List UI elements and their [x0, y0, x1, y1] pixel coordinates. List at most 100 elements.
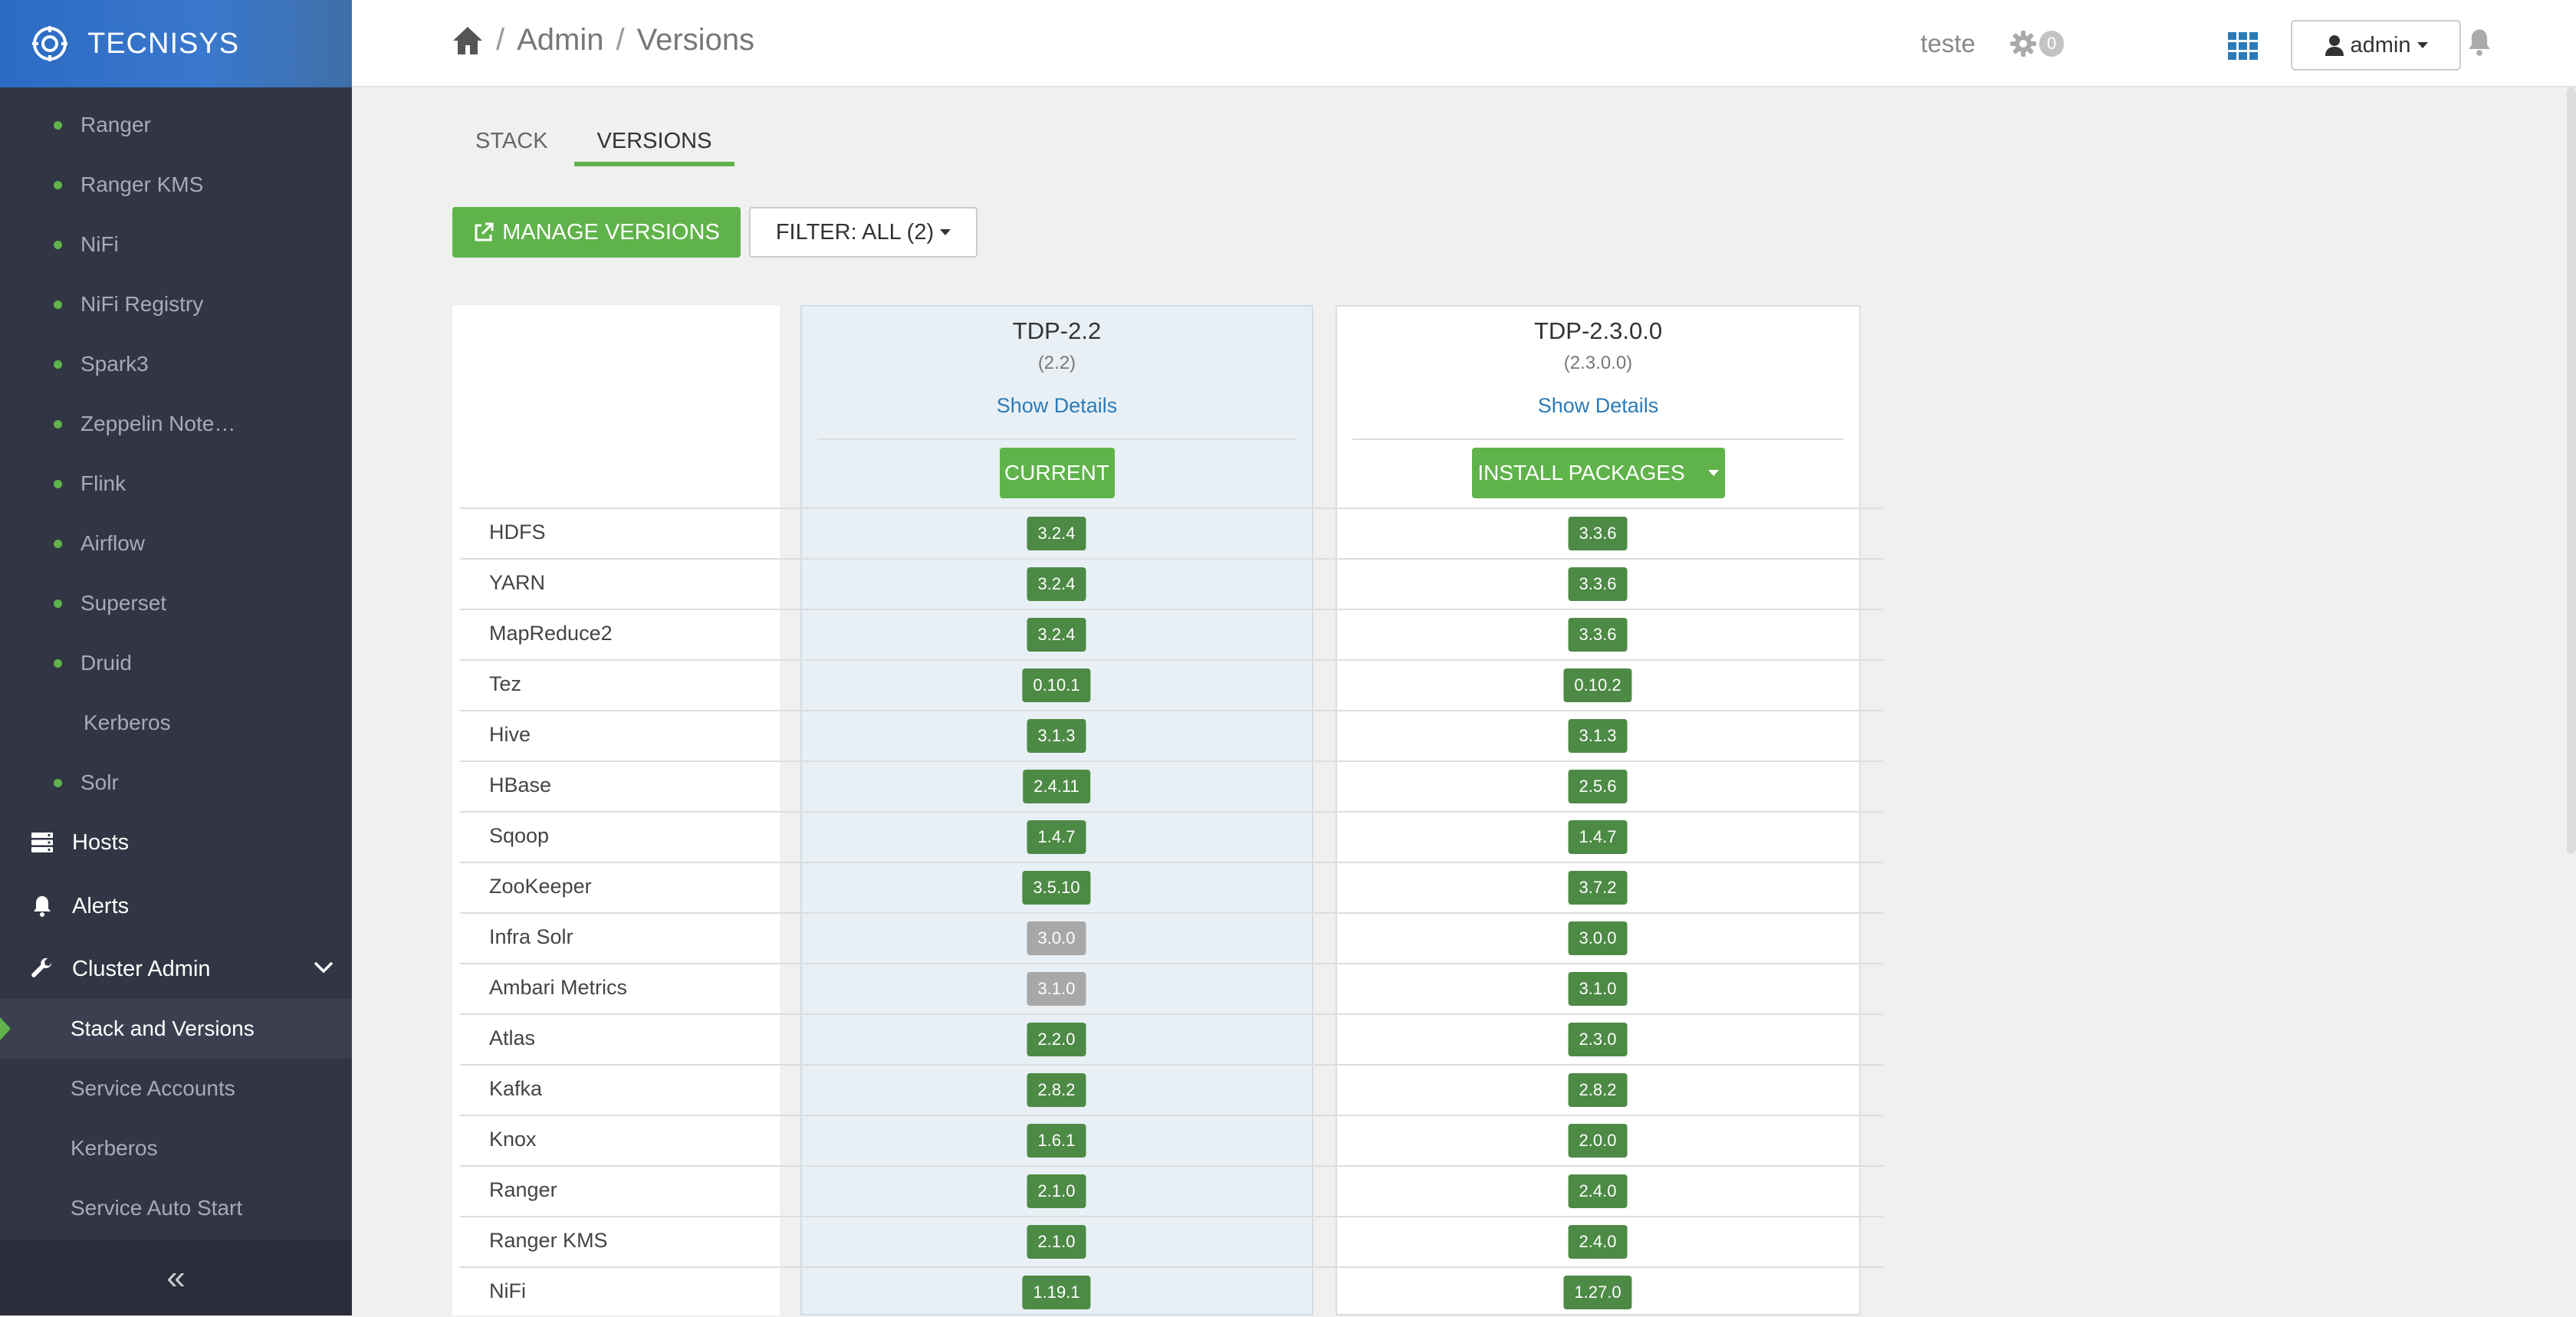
sidebar-service-item[interactable]: Druid: [0, 633, 352, 693]
sidebar-service-item[interactable]: Kerberos: [0, 693, 352, 753]
version-badge-current: 3.2.4: [1027, 517, 1086, 550]
sidebar-item-service-accounts[interactable]: Service Accounts: [0, 1059, 352, 1118]
user-menu-button[interactable]: admin: [2291, 20, 2461, 71]
table-row: Sqoop 1.4.7 1.4.7: [460, 811, 1883, 862]
version-number: (2.3.0.0): [1563, 353, 1633, 373]
user-name: admin: [2350, 32, 2411, 57]
table-row: Ambari Metrics 3.1.0 3.1.0: [460, 963, 1883, 1013]
sidebar-service-label: Zeppelin Note…: [80, 412, 236, 435]
version-badge-target: 1.27.0: [1563, 1276, 1632, 1309]
wrench-icon: [29, 956, 55, 982]
manage-versions-label: MANAGE VERSIONS: [502, 219, 720, 245]
caret-down-icon: [1707, 470, 1719, 476]
brand-header[interactable]: TECNISYS: [0, 0, 352, 87]
background-ops-button[interactable]: 0: [2009, 29, 2064, 58]
sidebar-service-item[interactable]: Ranger KMS: [0, 155, 352, 215]
sidebar-item-label: Service Auto Start: [71, 1196, 243, 1220]
component-name: Hive: [489, 723, 531, 746]
status-dot-icon: [54, 120, 62, 130]
gear-icon: [2010, 31, 2036, 57]
nav-cluster-admin[interactable]: Cluster Admin: [0, 939, 352, 999]
table-row: Atlas 2.2.0 2.3.0: [460, 1013, 1883, 1064]
version-badge-target: 2.4.0: [1568, 1225, 1628, 1259]
manage-versions-button[interactable]: MANAGE VERSIONS: [452, 207, 741, 258]
table-row: HBase 2.4.11 2.5.6: [460, 760, 1883, 811]
sidebar-service-label: Kerberos: [84, 711, 171, 734]
version-badge-target: 3.0.0: [1568, 921, 1628, 955]
component-name: Sqoop: [489, 824, 550, 847]
tab-stack[interactable]: STACK: [452, 129, 571, 166]
sidebar-service-item[interactable]: Spark3: [0, 334, 352, 394]
status-dot-icon: [54, 479, 62, 488]
component-name: Knox: [489, 1128, 537, 1151]
version-badge-target: 2.5.6: [1568, 770, 1628, 803]
table-row: Ranger KMS 2.1.0 2.4.0: [460, 1216, 1883, 1266]
nav-alerts[interactable]: Alerts: [0, 876, 352, 936]
version-badge-target: 2.8.2: [1568, 1073, 1628, 1107]
sidebar-service-label: Ranger: [80, 113, 151, 136]
version-badge-target: 3.7.2: [1568, 871, 1628, 905]
sidebar-service-label: Spark3: [80, 352, 149, 376]
version-badge-target: 0.10.2: [1563, 668, 1632, 702]
version-badge-current: 2.1.0: [1027, 1225, 1086, 1259]
topbar-right: teste 0 admin: [352, 0, 2576, 87]
double-chevron-left-icon: «: [166, 1259, 186, 1296]
app-grid-icon[interactable]: [2228, 32, 2259, 60]
collapse-sidebar-button[interactable]: «: [0, 1240, 352, 1315]
version-badge-current: 1.19.1: [1022, 1276, 1091, 1309]
version-badge-target: 2.0.0: [1568, 1124, 1628, 1158]
bell-icon: [29, 893, 55, 919]
sidebar-service-label: Druid: [80, 651, 132, 675]
filter-label: FILTER: ALL (2): [775, 219, 935, 245]
sidebar-service-item[interactable]: Ranger: [0, 95, 352, 155]
status-dot-icon: [54, 778, 62, 787]
components-table: HDFS 3.2.4 3.3.6 YARN 3.2.4 3.3.6 MapReduce2 3.…: [460, 507, 1883, 1317]
sidebar-service-item[interactable]: Airflow: [0, 514, 352, 573]
table-row: YARN 3.2.4 3.3.6: [460, 558, 1883, 609]
component-name: Ambari Metrics: [489, 976, 628, 999]
version-badge-current: 3.2.4: [1027, 618, 1086, 652]
component-name: HDFS: [489, 521, 546, 544]
sidebar-item-service-auto-start[interactable]: Service Auto Start: [0, 1178, 352, 1238]
table-row: Hive 3.1.3 3.1.3: [460, 710, 1883, 760]
version-badge-target: 2.3.0: [1568, 1023, 1628, 1056]
install-packages-label: INSTALL PACKAGES: [1477, 461, 1685, 484]
sidebar-service-item[interactable]: Flink: [0, 454, 352, 514]
sidebar-service-item[interactable]: Superset: [0, 573, 352, 633]
sidebar-service-item[interactable]: NiFi Registry: [0, 274, 352, 334]
sidebar-service-item[interactable]: NiFi: [0, 215, 352, 274]
current-version-button[interactable]: CURRENT: [999, 448, 1115, 498]
alerts-bell-icon[interactable]: [2466, 28, 2492, 57]
brand-name: TECNISYS: [87, 27, 240, 60]
service-list: Ranger Ranger KMS NiFi NiFi Registry Spark3 Z…: [0, 95, 352, 813]
cluster-name[interactable]: teste: [1921, 29, 1976, 58]
version-header: TDP-2.2 (2.2) Show Details CURRENT: [802, 307, 1312, 509]
nav-hosts[interactable]: Hosts: [0, 813, 352, 872]
status-dot-icon: [54, 240, 62, 249]
version-badge-current: 1.6.1: [1027, 1124, 1086, 1158]
page-scrollbar[interactable]: [2567, 87, 2576, 854]
component-name: ZooKeeper: [489, 875, 592, 898]
version-badge-target: 3.3.6: [1568, 567, 1628, 601]
status-dot-icon: [54, 658, 62, 668]
show-details-link[interactable]: Show Details: [802, 394, 1312, 418]
version-badge-current: 3.1.3: [1027, 719, 1086, 753]
sidebar-item-stack-and-versions[interactable]: Stack and Versions: [0, 999, 352, 1059]
version-badge-target: 1.4.7: [1568, 820, 1628, 854]
show-details-link[interactable]: Show Details: [1337, 394, 1859, 418]
version-badge-current: 3.1.0: [1027, 972, 1086, 1006]
table-row: Ranger 2.1.0 2.4.0: [460, 1165, 1883, 1216]
server-icon: [29, 829, 55, 856]
install-packages-button[interactable]: INSTALL PACKAGES: [1471, 448, 1725, 498]
version-badge-current: 1.4.7: [1027, 820, 1086, 854]
header-divider: [817, 438, 1296, 440]
tab-versions[interactable]: VERSIONS: [573, 129, 735, 166]
table-row: Infra Solr 3.0.0 3.0.0: [460, 912, 1883, 963]
filter-dropdown[interactable]: FILTER: ALL (2): [749, 207, 978, 258]
sidebar-item-kerberos[interactable]: Kerberos: [0, 1118, 352, 1178]
sidebar-service-item[interactable]: Zeppelin Note…: [0, 394, 352, 454]
sidebar-service-item[interactable]: Solr: [0, 753, 352, 813]
component-name: HBase: [489, 773, 552, 796]
version-name: TDP-2.2: [1012, 317, 1102, 344]
version-badge-current: 2.8.2: [1027, 1073, 1086, 1107]
